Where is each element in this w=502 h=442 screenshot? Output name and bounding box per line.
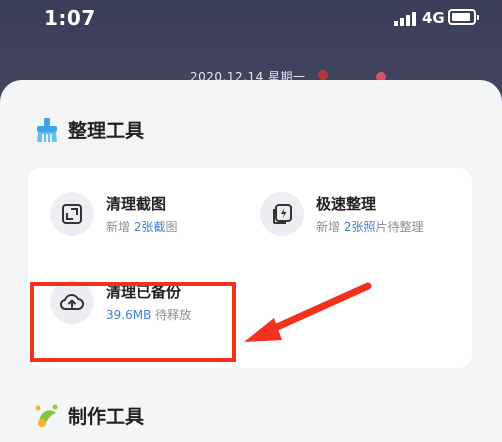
annotation-highlight-box [30,282,236,362]
battery-icon [448,9,479,25]
section-title-make: 制作工具 [34,402,144,429]
flash-photo-icon [273,204,292,224]
tool-icon-circle [260,192,304,236]
tool-clean-screenshots[interactable]: 清理截图 新增 2张截图 [50,192,177,236]
section-title-label: 制作工具 [68,406,145,428]
crop-icon [62,204,82,224]
annotation-arrow-icon [244,282,372,342]
sprout-icon [35,404,58,427]
status-time: 1:07 [44,6,96,30]
status-bar: 1:07 4G [0,0,502,40]
section-title-label: 整理工具 [68,120,145,142]
tools-sheet: 整理工具 清理截图 新增 2张截图 极速整理 新增 2张照片待整理 清理已备份 … [0,80,502,442]
signal-icon [394,12,416,26]
network-label: 4G [422,9,445,27]
section-title-tools: 整理工具 [34,116,144,143]
tool-subtitle: 新增 2张照片待整理 [316,220,424,234]
tool-name: 清理截图 [106,195,167,213]
tool-subtitle: 新增 2张截图 [106,220,178,234]
broom-icon [37,117,57,142]
background-decoration [318,70,328,80]
tool-quick-organize[interactable]: 极速整理 新增 2张照片待整理 [260,192,423,236]
tool-icon-circle [50,192,94,236]
tool-name: 极速整理 [316,195,377,213]
